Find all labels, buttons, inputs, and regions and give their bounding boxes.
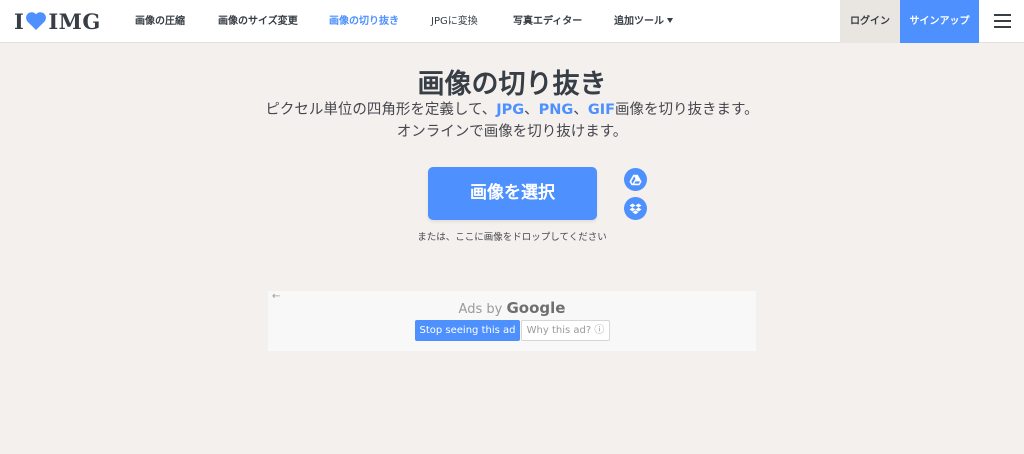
heart-icon xyxy=(26,12,47,30)
nav-crop-image[interactable]: 画像の切り抜き xyxy=(329,0,399,43)
format-jpg: JPG xyxy=(496,102,525,118)
subtitle-text: ピクセル単位の四角形を定義して、 xyxy=(265,102,497,118)
google-drive-icon xyxy=(629,174,642,185)
subtitle-text: 画像を切り抜きます。 xyxy=(615,102,759,118)
format-gif: GIF xyxy=(587,102,616,118)
nav-label: 画像のサイズ変更 xyxy=(218,16,298,27)
separator: 、 xyxy=(524,102,539,118)
nav-label: 追加ツール xyxy=(614,16,664,27)
nav-resize-image[interactable]: 画像のサイズ変更 xyxy=(218,0,298,43)
ads-by-google: Ads by Google xyxy=(268,299,756,317)
separator: 、 xyxy=(573,102,588,118)
ads-by-label: Ads by xyxy=(458,302,503,317)
dropbox-icon xyxy=(629,203,642,214)
login-button[interactable]: ログイン xyxy=(840,0,900,43)
nav-label: 写真エディター xyxy=(513,16,583,27)
subtitle-line-2: オンラインで画像を切り抜けます。 xyxy=(396,124,628,140)
google-drive-button[interactable] xyxy=(624,168,647,191)
nav-label: JPGに変換 xyxy=(431,16,478,27)
logo[interactable]: I IMG xyxy=(14,8,101,34)
navbar: I IMG 画像の圧縮 画像のサイズ変更 画像の切り抜き JPGに変換 写真エデ… xyxy=(0,0,1024,43)
ad-banner: ← Ads by Google Stop seeing this ad Why … xyxy=(268,291,756,351)
signup-button[interactable]: サインアップ xyxy=(900,0,979,43)
logo-text: IMG xyxy=(48,8,101,34)
nav-compress-image[interactable]: 画像の圧縮 xyxy=(135,0,185,43)
nav-label: 画像の切り抜き xyxy=(329,16,399,27)
nav-convert-jpg[interactable]: JPGに変換 xyxy=(431,0,478,43)
google-wordmark: Google xyxy=(506,299,566,317)
nav-label: 画像の圧縮 xyxy=(135,16,185,27)
dropbox-button[interactable] xyxy=(624,197,647,220)
page-subtitle: ピクセル単位の四角形を定義して、JPG、PNG、GIF画像を切り抜きます。 オン… xyxy=(0,99,1024,143)
subtitle-line-1: ピクセル単位の四角形を定義して、JPG、PNG、GIF画像を切り抜きます。 xyxy=(0,99,1024,121)
caret-down-icon xyxy=(667,17,673,23)
why-this-ad-button[interactable]: Why this ad? ⓘ xyxy=(521,320,610,341)
select-images-button[interactable]: 画像を選択 xyxy=(428,167,597,220)
nav-more-tools[interactable]: 追加ツール xyxy=(614,0,673,43)
drop-hint: または、ここに画像をドロップしてください xyxy=(417,232,607,243)
stop-seeing-ad-button[interactable]: Stop seeing this ad xyxy=(415,320,520,341)
nav-photo-editor[interactable]: 写真エディター xyxy=(513,0,582,43)
page-title: 画像の切り抜き xyxy=(417,69,607,100)
format-png: PNG xyxy=(538,102,574,118)
menu-icon[interactable] xyxy=(994,14,1011,29)
logo-letter: I xyxy=(14,8,25,34)
